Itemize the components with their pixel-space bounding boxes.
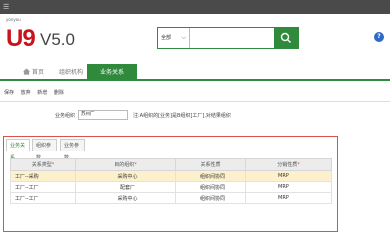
org-field-label: 业务组织 <box>55 113 76 119</box>
divider <box>0 101 390 102</box>
column-header-label: 关系类型 <box>31 162 52 168</box>
nav-home-label: 首页 <box>32 69 45 76</box>
help-icon[interactable]: ? <box>374 32 384 42</box>
nav-business-relation[interactable]: 业务关系 <box>87 64 137 81</box>
menu-icon[interactable]: ☰ <box>3 3 9 11</box>
nav-home[interactable]: 首页 <box>18 64 49 81</box>
save-button[interactable]: 保存 <box>4 90 14 96</box>
target-org-cell[interactable]: 采购中心 <box>75 170 176 182</box>
distribution-nature-cell[interactable]: MRP <box>245 192 332 204</box>
column-header[interactable]: 关系性质 <box>175 158 246 171</box>
discard-button[interactable]: 放弃 <box>21 90 31 96</box>
table-row[interactable]: 工厂--工厂 配套厂 组织间协同 MRP <box>10 181 332 193</box>
relation-nature-cell[interactable]: 组织间协同 <box>175 181 246 193</box>
brand-name: yonyou <box>6 17 21 22</box>
nav-org[interactable]: 组织机构 <box>54 64 88 81</box>
target-org-cell[interactable]: 采购中心 <box>75 192 176 204</box>
relation-panel: 业务关系 组织参数 业务参数 关系类型* 目的组织* 关系性质 分销性质* 工厂… <box>3 136 338 232</box>
product-name: U9 <box>6 25 36 52</box>
distribution-nature-cell[interactable]: MRP <box>245 181 332 193</box>
relation-table: 关系类型* 目的组织* 关系性质 分销性质* 工厂--采购 采购中心 组织间协同… <box>10 158 332 204</box>
column-header[interactable]: 分销性质* <box>245 158 332 171</box>
required-mark: * <box>134 162 137 168</box>
target-org-cell[interactable]: 配套厂 <box>75 181 176 193</box>
search-bar: 全部 ⌵ <box>157 27 299 49</box>
logo: yonyou U9 V5.0 <box>6 17 106 57</box>
product-version: V5.0 <box>40 30 75 49</box>
org-hint-text: 注:A组织的[业务]是B组织[工厂],对结果组织 <box>133 113 231 119</box>
required-mark: * <box>51 162 55 168</box>
delete-button[interactable]: 删除 <box>54 90 64 96</box>
column-header[interactable]: 目的组织* <box>75 158 176 171</box>
relation-type-cell[interactable]: 工厂--采购 <box>10 170 76 182</box>
tab-org-params[interactable]: 组织参数 <box>32 139 57 161</box>
distribution-nature-cell[interactable]: MRP <box>245 170 332 182</box>
title-bar: ☰ <box>0 0 390 14</box>
column-header-label: 分销性质 <box>277 162 298 168</box>
table-row[interactable]: 工厂--采购 采购中心 组织间协同 MRP <box>10 170 332 182</box>
add-button[interactable]: 新增 <box>37 90 47 96</box>
relation-nature-cell[interactable]: 组织间协同 <box>175 192 246 204</box>
search-scope-value: 全部 <box>161 35 172 41</box>
chevron-down-icon: ⌵ <box>181 34 186 41</box>
home-icon <box>23 68 30 75</box>
search-input[interactable] <box>191 30 271 46</box>
relation-type-cell[interactable]: 工厂--工厂 <box>10 192 76 204</box>
main-nav: 首页 组织机构 业务关系 <box>0 62 390 81</box>
required-mark: * <box>297 162 300 168</box>
tab-business-relation[interactable]: 业务关系 <box>6 139 30 161</box>
search-icon <box>280 32 291 43</box>
search-scope-select[interactable]: 全部 ⌵ <box>158 28 190 48</box>
table-row[interactable]: 工厂--工厂 采购中心 组织间协同 MRP <box>10 192 332 204</box>
org-form-row: 业务组织 苏州厂 注:A组织的[业务]是B组织[工厂],对结果组织 <box>0 110 390 122</box>
column-header[interactable]: 关系类型* <box>10 158 76 171</box>
column-header-label: 目的组织 <box>114 162 135 168</box>
relation-nature-cell[interactable]: 组织间协同 <box>175 170 246 182</box>
toolbar: 保存 放弃 新增 删除 <box>0 87 390 99</box>
search-button[interactable] <box>274 28 298 48</box>
table-header-row: 关系类型* 目的组织* 关系性质 分销性质* <box>10 158 332 171</box>
org-field[interactable]: 苏州厂 <box>78 110 128 120</box>
tab-business-params[interactable]: 业务参数 <box>60 139 85 161</box>
relation-type-cell[interactable]: 工厂--工厂 <box>10 181 76 193</box>
